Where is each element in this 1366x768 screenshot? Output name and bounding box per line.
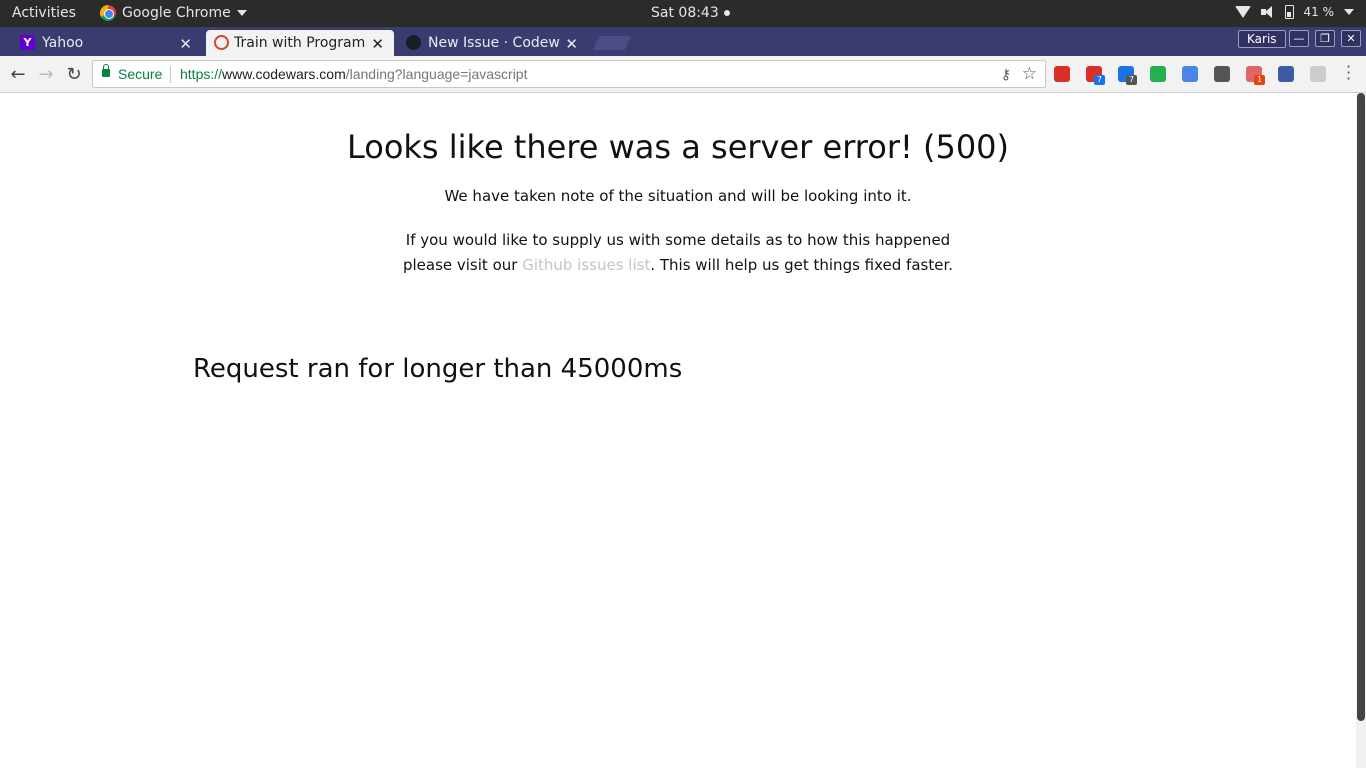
wifi-icon bbox=[1234, 6, 1251, 18]
browser-toolbar: ← → ↻ Secure https://www.codewars.com/la… bbox=[0, 56, 1366, 93]
translate-extension-icon[interactable] bbox=[1182, 66, 1198, 82]
details-suffix: . This will help us get things fixed fas… bbox=[650, 256, 954, 274]
red-circle-extension-icon[interactable]: 7 bbox=[1086, 66, 1105, 85]
tab-strip: Y Yahoo ✕ Train with Programmi ✕ New Iss… bbox=[0, 27, 1366, 56]
key-icon[interactable]: ⚷ bbox=[1001, 66, 1011, 83]
blue-s-extension-icon[interactable]: 7 bbox=[1118, 66, 1137, 85]
yahoo-icon: Y bbox=[20, 35, 35, 50]
divider bbox=[170, 66, 171, 83]
close-icon[interactable]: ✕ bbox=[371, 35, 384, 53]
codewars-icon bbox=[214, 35, 229, 50]
request-message: Request ran for longer than 45000ms bbox=[193, 354, 683, 384]
new-tab-button[interactable] bbox=[592, 36, 632, 50]
back-icon[interactable]: ← bbox=[8, 64, 28, 85]
extension-badge: 1 bbox=[1254, 75, 1265, 85]
error-details: If you would like to supply us with some… bbox=[380, 228, 976, 278]
clock[interactable]: Sat 08:43 bbox=[651, 5, 730, 21]
evernote-extension-icon[interactable] bbox=[1214, 66, 1230, 82]
chevron-down-icon bbox=[1344, 9, 1354, 15]
red-gear-extension-icon[interactable]: 1 bbox=[1246, 66, 1265, 85]
red-play-extension-icon[interactable] bbox=[1054, 66, 1070, 82]
url-scheme: https:// bbox=[180, 66, 223, 82]
app-menu[interactable]: Google Chrome bbox=[100, 5, 247, 21]
tab-title: New Issue · Codewa bbox=[428, 35, 560, 51]
chrome-icon bbox=[100, 5, 116, 21]
security-label[interactable]: Secure bbox=[118, 66, 162, 82]
url-host: www.codewars.com bbox=[222, 66, 346, 82]
clock-label: Sat 08:43 bbox=[651, 5, 719, 21]
close-window-icon[interactable]: ✕ bbox=[1341, 30, 1361, 47]
battery-icon bbox=[1284, 5, 1294, 19]
scrollbar-thumb[interactable] bbox=[1357, 93, 1365, 721]
restore-icon[interactable]: ❐ bbox=[1315, 30, 1335, 47]
system-tray[interactable]: 41 % bbox=[1234, 5, 1354, 19]
github-issues-link[interactable]: Github issues list bbox=[522, 256, 650, 274]
close-icon[interactable]: ✕ bbox=[179, 35, 192, 53]
github-icon bbox=[406, 35, 421, 50]
grey-leaf-extension-icon[interactable] bbox=[1310, 66, 1326, 82]
forward-icon[interactable]: → bbox=[36, 64, 56, 85]
close-icon[interactable]: ✕ bbox=[565, 35, 578, 53]
blue-stamp-extension-icon[interactable] bbox=[1278, 66, 1294, 82]
lock-icon bbox=[102, 64, 110, 77]
error-note: We have taken note of the situation and … bbox=[444, 187, 912, 205]
notification-dot-icon bbox=[723, 10, 730, 16]
url-text[interactable]: https://www.codewars.com/landing?languag… bbox=[180, 66, 527, 82]
app-name: Google Chrome bbox=[122, 5, 231, 21]
tab-codewars[interactable]: Train with Programmi ✕ bbox=[206, 30, 394, 56]
page-content: Looks like there was a server error! (50… bbox=[0, 93, 1356, 768]
reload-icon[interactable]: ↻ bbox=[64, 64, 84, 85]
profile-button[interactable]: Karis bbox=[1238, 30, 1286, 48]
tab-title: Train with Programmi bbox=[234, 35, 366, 51]
minimize-icon[interactable]: — bbox=[1289, 30, 1309, 47]
chrome-menu-icon[interactable]: · · · bbox=[1346, 59, 1351, 87]
activities-button[interactable]: Activities bbox=[12, 5, 76, 21]
tab-yahoo[interactable]: Y Yahoo ✕ bbox=[14, 30, 202, 56]
tab-title: Yahoo bbox=[42, 35, 84, 51]
green-ring-extension-icon[interactable] bbox=[1150, 66, 1166, 82]
extension-badge: 7 bbox=[1094, 75, 1105, 85]
system-top-bar: Activities Google Chrome Sat 08:43 41 % bbox=[0, 0, 1366, 27]
extension-badge: 7 bbox=[1126, 75, 1137, 85]
chevron-down-icon bbox=[236, 10, 247, 16]
error-title: Looks like there was a server error! (50… bbox=[346, 128, 1010, 166]
url-path: /landing?language=javascript bbox=[345, 66, 528, 82]
address-bar[interactable]: Secure https://www.codewars.com/landing?… bbox=[92, 60, 1046, 88]
scrollbar[interactable] bbox=[1356, 93, 1366, 768]
tab-github-issue[interactable]: New Issue · Codewa ✕ bbox=[400, 30, 588, 56]
bookmark-star-icon[interactable]: ☆ bbox=[1022, 64, 1037, 84]
volume-icon bbox=[1260, 6, 1275, 18]
battery-level: 41 % bbox=[1303, 5, 1335, 19]
